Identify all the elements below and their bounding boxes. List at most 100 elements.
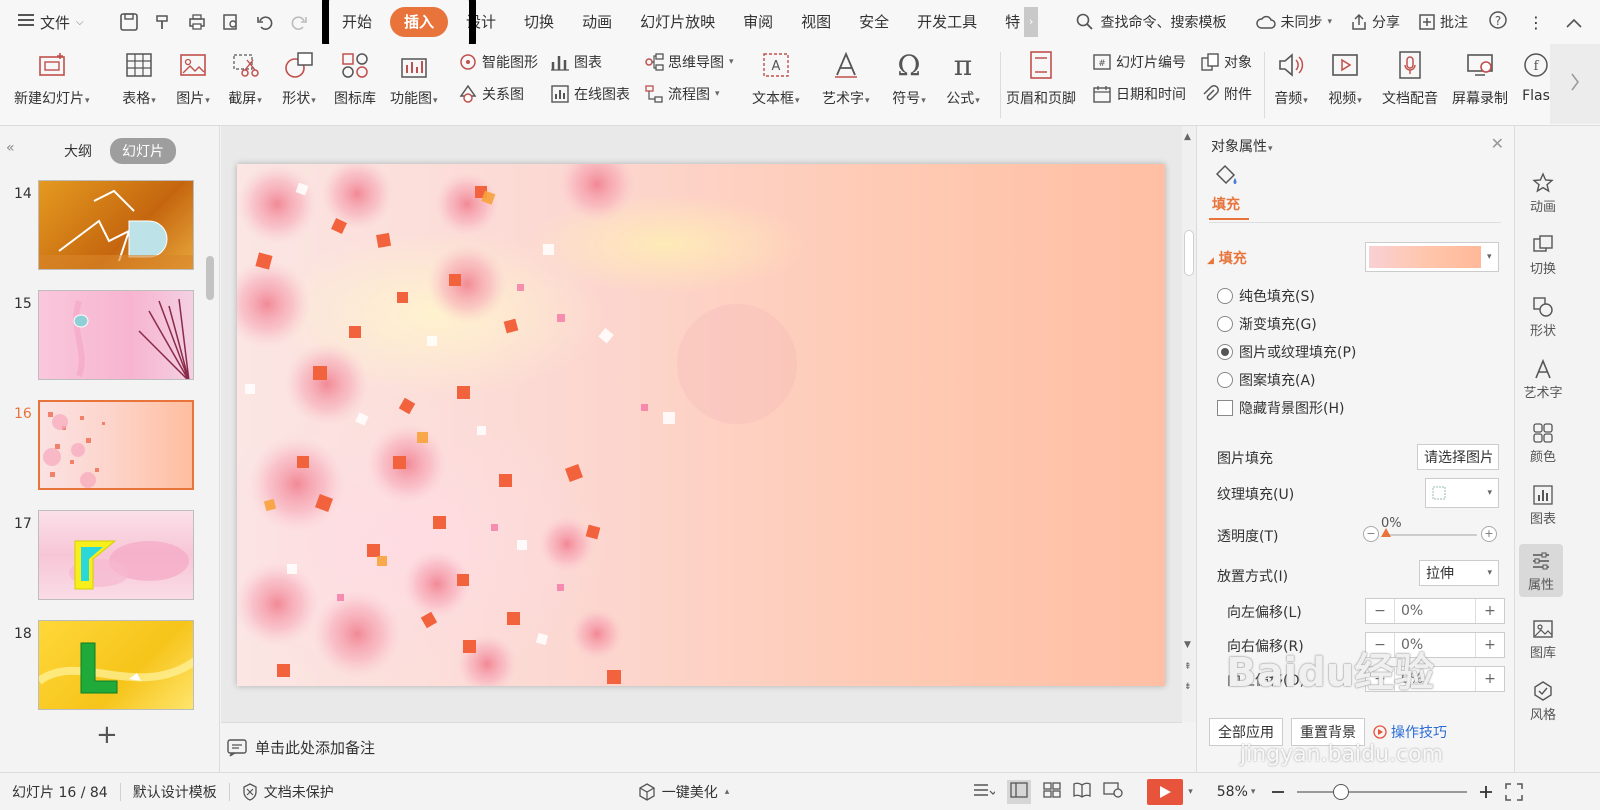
symbol-button[interactable]: Ω 符号▾ <box>892 48 926 108</box>
zoom-out-button[interactable] <box>1267 785 1289 799</box>
zoom-slider[interactable] <box>1297 783 1468 800</box>
print-icon[interactable] <box>184 9 210 35</box>
tab-home[interactable]: 开始 <box>328 7 386 37</box>
normal-view-icon[interactable] <box>1007 779 1032 804</box>
apply-all-button[interactable]: 全部应用 <box>1209 718 1283 746</box>
save-icon[interactable] <box>116 9 142 35</box>
next-slide-icon[interactable]: ⇟ <box>1184 682 1192 692</box>
play-options-caret[interactable]: ▾ <box>1188 787 1193 797</box>
minus-button[interactable]: − <box>1366 637 1394 653</box>
tab-developer[interactable]: 开发工具 <box>903 7 991 37</box>
collapse-panel-icon[interactable]: « <box>6 140 15 156</box>
radio-picture-fill[interactable]: 图片或纹理填充(P) <box>1217 342 1356 362</box>
icon-library-button[interactable]: 图标库 <box>334 48 376 108</box>
radio-button-checked[interactable] <box>1217 344 1233 360</box>
mind-map-button[interactable]: 思维导图 ▾ <box>644 52 734 72</box>
notes-area[interactable]: 单击此处添加备注 <box>221 722 1182 772</box>
table-button[interactable]: 表格▾ <box>122 48 156 108</box>
slide-sorter-icon[interactable] <box>1043 781 1061 802</box>
tab-design[interactable]: 设计 <box>452 7 510 37</box>
sidebar-item-gallery[interactable]: 图库 <box>1519 616 1567 661</box>
slide-thumbnail-item[interactable]: 18 <box>0 620 210 720</box>
comment-button[interactable]: 批注 <box>1418 12 1468 32</box>
function-chart-button[interactable]: 功能图▾ <box>390 48 438 108</box>
radio-gradient-fill[interactable]: 渐变填充(G) <box>1217 314 1317 334</box>
offset-right-stepper[interactable]: − 0% + <box>1365 632 1505 658</box>
minus-button[interactable]: − <box>1366 603 1394 619</box>
texture-fill-dropdown[interactable]: ▾ <box>1425 478 1499 508</box>
tab-insert[interactable]: 插入 <box>390 7 449 37</box>
sidebar-item-color[interactable]: 颜色 <box>1519 420 1567 465</box>
radio-button[interactable] <box>1217 372 1233 388</box>
date-time-button[interactable]: 日期和时间 <box>1092 84 1186 104</box>
plus-button[interactable]: + <box>1476 671 1504 687</box>
slider-knob[interactable] <box>1381 528 1391 537</box>
sidebar-item-shape[interactable]: 形状 <box>1519 294 1567 339</box>
scroll-down-arrow[interactable]: ▼ <box>1184 640 1191 650</box>
sync-button[interactable]: 未同步 ▾ <box>1256 12 1332 32</box>
minus-button[interactable]: − <box>1366 671 1394 687</box>
picture-fill-select[interactable]: 请选择图片 <box>1417 444 1499 470</box>
tab-view[interactable]: 视图 <box>787 7 845 37</box>
tab-slideshow[interactable]: 幻灯片放映 <box>626 7 729 37</box>
tabs-scroll-right-icon[interactable]: › <box>1024 7 1039 37</box>
panel-title[interactable]: 对象属性▾ <box>1211 136 1273 156</box>
flowchart-button[interactable]: 流程图 ▾ <box>644 84 720 104</box>
radio-solid-fill[interactable]: 纯色填充(S) <box>1217 286 1315 306</box>
scroll-up-arrow[interactable]: ▲ <box>1184 132 1191 142</box>
zoom-level[interactable]: 58% ▾ <box>1205 784 1268 800</box>
tab-review[interactable]: 审阅 <box>729 7 787 37</box>
slide-thumbnail[interactable] <box>38 620 194 710</box>
offset-top-stepper[interactable]: − 0% + <box>1365 666 1505 692</box>
file-menu[interactable]: 文件 ⌵ <box>0 12 104 33</box>
sidebar-item-style[interactable]: 风格 <box>1519 678 1567 723</box>
close-icon[interactable]: ✕ <box>1491 134 1504 153</box>
sidebar-item-transition[interactable]: 切换 <box>1519 232 1567 277</box>
undo-icon[interactable] <box>252 9 278 35</box>
slide-canvas[interactable] <box>237 164 1165 686</box>
slide-thumbnail-item[interactable]: 15 <box>0 290 210 390</box>
tab-transition[interactable]: 切换 <box>510 7 568 37</box>
slide-thumbnail-selected[interactable] <box>38 400 194 490</box>
tab-animation[interactable]: 动画 <box>568 7 626 37</box>
video-button[interactable]: 视频▾ <box>1328 48 1362 108</box>
shape-button[interactable]: 形状▾ <box>282 48 316 108</box>
slide-thumbnail[interactable] <box>38 180 194 270</box>
share-button[interactable]: 分享 <box>1350 12 1400 32</box>
document-protection[interactable]: 文档未保护 <box>230 782 346 802</box>
radio-pattern-fill[interactable]: 图案填充(A) <box>1217 370 1316 390</box>
tab-fill[interactable]: 填充 <box>1211 164 1241 214</box>
tab-special[interactable]: 特 <box>991 7 1022 37</box>
slide-thumbnail[interactable] <box>38 510 194 600</box>
zoom-slider-knob[interactable] <box>1333 783 1350 800</box>
wordart-button[interactable]: 艺术字▾ <box>822 48 870 108</box>
slide-thumbnail-item[interactable]: 14 <box>0 180 210 280</box>
reading-view-icon[interactable] <box>1073 782 1091 802</box>
online-chart-button[interactable]: 在线图表 <box>550 84 630 104</box>
new-slide-button[interactable]: 新建幻灯片▾ <box>14 48 90 108</box>
attachment-button[interactable]: 附件 <box>1200 84 1252 104</box>
radio-button[interactable] <box>1217 316 1233 332</box>
flash-button[interactable]: f Flas <box>1522 48 1550 104</box>
formula-button[interactable]: π 公式▾ <box>946 48 980 108</box>
reset-background-button[interactable]: 重置背景 <box>1291 718 1365 746</box>
object-button[interactable]: 对象 <box>1200 52 1252 72</box>
presenter-view-icon[interactable] <box>1103 781 1123 802</box>
sidebar-item-animation[interactable]: 动画 <box>1519 170 1567 215</box>
help-icon[interactable]: ? <box>1486 10 1510 34</box>
play-slideshow-button[interactable] <box>1147 778 1184 805</box>
relation-chart-button[interactable]: 关系图 <box>458 84 524 104</box>
slide-thumbnail[interactable] <box>38 290 194 380</box>
audio-button[interactable]: 音频▾ <box>1274 48 1308 108</box>
checkbox[interactable] <box>1217 400 1233 416</box>
sidebar-item-properties[interactable]: 属性 <box>1519 544 1563 597</box>
transparency-increase-button[interactable]: + <box>1481 526 1497 542</box>
narration-button[interactable]: 文档配音 <box>1382 48 1438 108</box>
fit-window-button[interactable] <box>1497 782 1531 801</box>
slide-thumbnail-item[interactable]: 17 <box>0 510 210 610</box>
picture-button[interactable]: 图片▾ <box>176 48 210 108</box>
redo-icon[interactable] <box>286 9 312 35</box>
scrollbar-thumb[interactable] <box>1184 230 1194 276</box>
plus-button[interactable]: + <box>1476 637 1504 653</box>
add-slide-button[interactable]: + <box>96 720 118 750</box>
